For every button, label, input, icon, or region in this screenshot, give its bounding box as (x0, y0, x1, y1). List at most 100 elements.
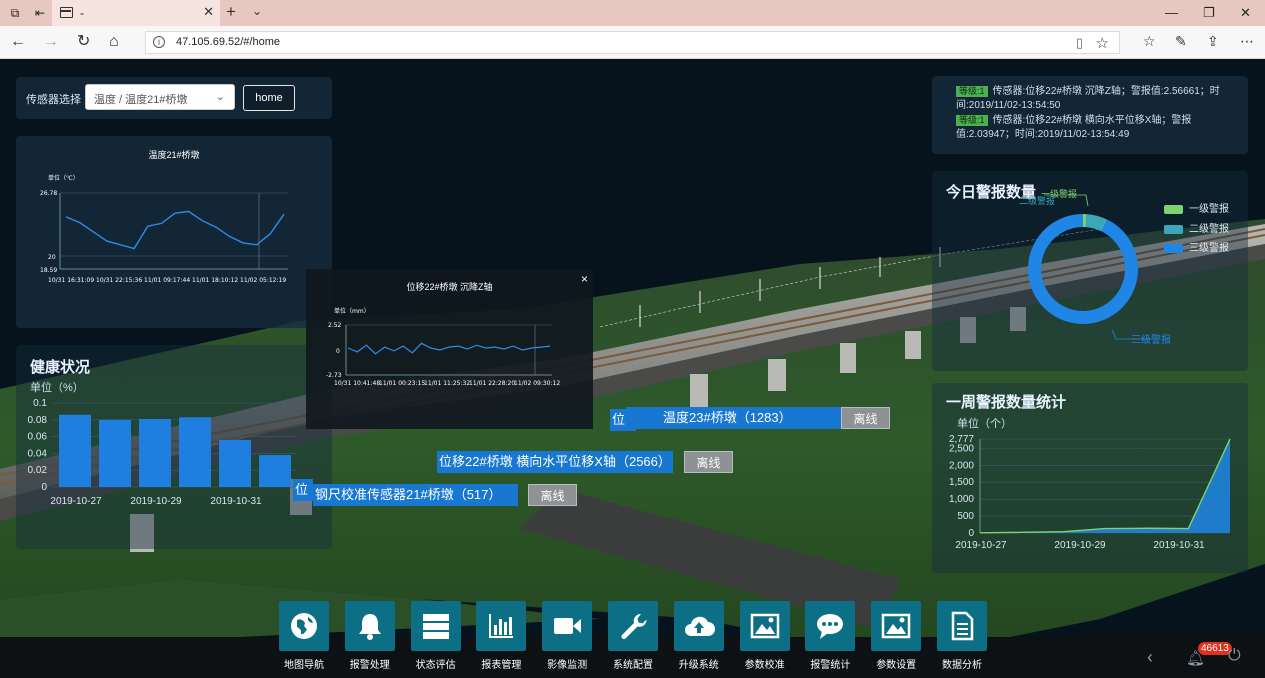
donut-slice[interactable] (1028, 214, 1138, 324)
forward-icon[interactable]: → (43, 33, 59, 51)
sensor-select-value: 温度 / 温度21#桥墩 (94, 94, 188, 106)
health-bar[interactable] (259, 455, 291, 487)
server-icon (422, 614, 449, 639)
tab-list-icon[interactable]: ⌄ (252, 4, 262, 18)
health-bar[interactable] (139, 418, 171, 487)
legend-swatch (1164, 224, 1183, 234)
dock-button[interactable] (673, 601, 724, 651)
address-toolbar: ← → ↻ ⌂ i 47.105.69.52/#/home ▯ ☆ ☆ ✎ ⇪ … (0, 26, 1265, 59)
sensor-select[interactable]: 温度 / 温度21#桥墩 ⌄ (85, 84, 235, 110)
sensor-tag-displacement-22[interactable]: 位移22#桥墩 横向水平位移X轴（2566） (437, 451, 673, 473)
dock-button[interactable] (739, 601, 790, 651)
y-tick-label: 20 (48, 254, 56, 261)
offline-button[interactable]: 离线 (841, 407, 890, 429)
health-bar[interactable] (179, 417, 211, 487)
offline-button[interactable]: 离线 (684, 451, 733, 473)
dock-button[interactable] (279, 601, 329, 651)
dock-button[interactable] (542, 601, 593, 651)
slice-label-level3: 三级警报 (1131, 335, 1171, 346)
health-bar[interactable] (219, 439, 251, 487)
wrench-icon (621, 613, 647, 639)
y-tick-label: 500 (957, 511, 974, 522)
url-text[interactable]: 47.105.69.52/#/home (176, 36, 280, 48)
dock-item[interactable]: 参数校准 (739, 601, 790, 671)
y-tick-label: 26.78 (40, 190, 57, 197)
dock-label: 影像监测 (547, 660, 588, 671)
alert-item[interactable]: 等级:1 传感器:位移22#桥墩 沉降Z轴；警报值:2.56661；时间:2019… (956, 85, 1226, 113)
tab-close-icon[interactable]: ✕ (203, 4, 214, 20)
legend-label: 一级警报 (1189, 204, 1229, 215)
favorites-icon[interactable]: ☆ (1143, 33, 1156, 50)
home-button[interactable]: home (243, 85, 295, 111)
alert-item[interactable]: 等级:1 传感器:位移22#桥墩 横向水平位移X轴；警报值:2.03947；时间:… (956, 114, 1226, 142)
slice-label-level2: 二级警报 (1019, 195, 1055, 206)
cloud-upload-icon (684, 616, 715, 636)
minimize-icon[interactable]: — (1165, 5, 1178, 20)
dock-button[interactable] (410, 601, 461, 651)
health-bar-chart[interactable]: 0.1 0.08 0.06 0.04 0.02 0 2019-10-27 2019-10-2… (0, 389, 300, 509)
picture-icon (881, 613, 911, 639)
x-tick-label: 11/02 05:12:19 (240, 277, 286, 284)
dock-button[interactable] (937, 601, 987, 651)
chevron-down-icon: ⌄ (215, 91, 225, 103)
legend-level1[interactable]: 一级警报 (1164, 200, 1229, 215)
address-field[interactable]: i 47.105.69.52/#/home ▯ ☆ (145, 31, 1120, 54)
dock-item[interactable]: 影像监测 (542, 601, 593, 671)
dock-button[interactable] (608, 601, 658, 651)
back-icon[interactable]: ← (10, 33, 26, 51)
legend-level3[interactable]: 三级警报 (1164, 239, 1229, 254)
home-icon[interactable]: ⌂ (109, 33, 119, 51)
chevron-left-icon[interactable]: ‹ (1147, 647, 1153, 668)
power-icon[interactable]: ⏻ (1228, 647, 1241, 665)
site-info-icon[interactable]: i (153, 36, 165, 48)
notification-count-badge: 46613 (1198, 642, 1232, 655)
x-tick-label: 11/01 00:23:15 (379, 380, 425, 387)
offline-button[interactable]: 离线 (528, 484, 577, 506)
dock-item[interactable]: 参数设置 (871, 601, 922, 671)
window-close-icon[interactable]: ✕ (1240, 5, 1251, 21)
dock-item[interactable]: 报警统计 (805, 601, 856, 671)
share-icon[interactable]: ⇪ (1207, 33, 1219, 50)
legend-swatch (1164, 243, 1183, 253)
x-tick-label: 11/02 09:30:12 (514, 380, 560, 387)
health-bar[interactable] (59, 414, 91, 487)
pen-icon[interactable]: ✎ (1175, 33, 1187, 50)
tab-actions-icon[interactable]: ⧉ (7, 5, 23, 21)
dock-item[interactable]: 系统配置 (608, 601, 658, 671)
y-tick-label: 1,000 (949, 494, 974, 505)
more-icon[interactable]: ⋯ (1240, 33, 1254, 50)
dock-item[interactable]: 数据分析 (937, 601, 987, 671)
reading-view-icon[interactable]: ▯ (1076, 35, 1083, 51)
x-tick-label: 2019-10-27 (50, 496, 102, 507)
favorite-star-icon[interactable]: ☆ (1096, 34, 1109, 52)
y-tick-label: 2.52 (328, 322, 342, 329)
bell-icon (358, 614, 381, 640)
tab-back-icon[interactable]: ⇤ (32, 5, 48, 21)
x-tick-label: 2019-10-27 (955, 540, 1007, 551)
refresh-icon[interactable]: ↻ (77, 33, 90, 51)
dock-item[interactable]: 报警处理 (344, 601, 395, 671)
sensor-tag-prefix[interactable]: 位 (293, 479, 313, 501)
browser-tab[interactable]: - ✕ (52, 0, 220, 26)
new-tab-icon[interactable]: + (226, 2, 236, 22)
weekly-alarm-chart[interactable]: 2,7772,5002,0001,5001,0005000 2019-10-27… (932, 429, 1248, 569)
sensor-tag-steel-ruler-21[interactable]: 钢尺校准传感器21#桥墩（517） (313, 484, 518, 506)
dock-button[interactable] (871, 601, 922, 651)
dock-button[interactable] (476, 601, 527, 651)
dock-label: 报警处理 (349, 660, 390, 671)
dock-item[interactable]: 升级系统 (673, 601, 724, 671)
restore-icon[interactable]: ❐ (1203, 5, 1215, 21)
sensor-tag-temperature-23[interactable]: 温度23#桥墩（1283） (626, 407, 842, 429)
dock-button[interactable] (805, 601, 856, 651)
displacement-chart[interactable]: 单位（mm） 2.52 0 -2.73 10/31 10:41:4811/01 … (306, 269, 593, 429)
dock-item[interactable]: 状态评估 (410, 601, 461, 671)
page-icon (60, 7, 73, 18)
health-bar[interactable] (99, 419, 131, 487)
today-alarm-donut[interactable]: 一级警报 二级警报 (1000, 189, 1160, 349)
dock-item[interactable]: 报表管理 (476, 601, 527, 671)
dock-button[interactable] (344, 601, 395, 651)
app-viewport: 传感器选择 温度 / 温度21#桥墩 ⌄ home 温度21#桥墩 单位（℃） … (0, 59, 1265, 678)
legend-level2[interactable]: 二级警报 (1164, 220, 1229, 235)
dock-item[interactable]: 地图导航 (279, 601, 329, 671)
temperature-chart[interactable]: 单位（℃） 26.78 20 18.59 10/31 16:31:09 10/31… (16, 136, 332, 328)
